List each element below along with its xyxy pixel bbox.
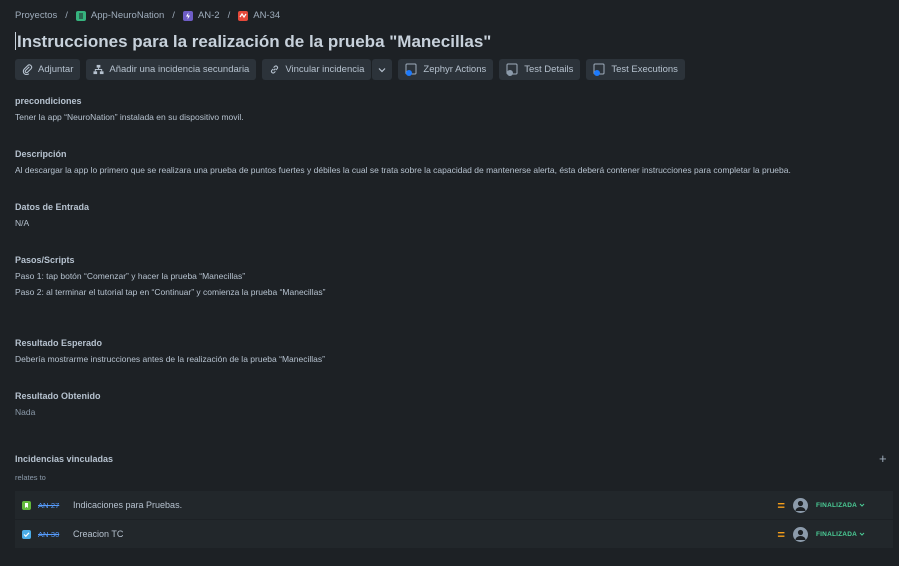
preconditions-body[interactable]: Tener la app “NeuroNation” instalada en … bbox=[15, 109, 244, 125]
test-details-label: Test Details bbox=[524, 64, 574, 75]
steps-section: Pasos/Scripts Paso 1: tap botón “Comenza… bbox=[15, 255, 325, 300]
relation-type-label: relates to bbox=[15, 473, 46, 482]
linked-issue-key[interactable]: AN-27 bbox=[38, 501, 66, 510]
breadcrumb-issue[interactable]: AN-34 bbox=[238, 10, 280, 21]
step-1: Paso 1: tap botón “Comenzar” y hacer la … bbox=[15, 271, 246, 281]
linked-issue-row[interactable]: AN-27 Indicaciones para Pruebas. = FINAL… bbox=[15, 491, 893, 519]
input-data-title: Datos de Entrada bbox=[15, 202, 90, 212]
add-child-label: Añadir una incidencia secundaria bbox=[109, 64, 250, 75]
breadcrumb: Proyectos / App-NeuroNation / AN-2 / AN-… bbox=[15, 10, 280, 21]
text-cursor bbox=[15, 32, 16, 50]
add-child-issue-button[interactable]: Añadir una incidencia secundaria bbox=[86, 59, 257, 80]
story-icon bbox=[22, 500, 31, 510]
test-executions-label: Test Executions bbox=[611, 64, 678, 75]
breadcrumb-projects[interactable]: Proyectos bbox=[15, 10, 57, 21]
description-section: Descripción Al descargar la app lo prime… bbox=[15, 149, 791, 178]
attach-button[interactable]: Adjuntar bbox=[15, 59, 81, 80]
attach-label: Adjuntar bbox=[38, 64, 74, 75]
link-issue-dropdown[interactable] bbox=[372, 59, 393, 80]
test-details-icon bbox=[506, 63, 518, 76]
status-label: FINALIZADA bbox=[816, 530, 857, 538]
chevron-down-icon bbox=[859, 503, 865, 507]
paperclip-icon bbox=[22, 64, 33, 75]
preconditions-title: precondiciones bbox=[15, 96, 82, 106]
steps-body[interactable]: Paso 1: tap botón “Comenzar” y hacer la … bbox=[15, 268, 325, 300]
obtained-result-section: Resultado Obtenido Nada bbox=[15, 391, 101, 420]
obtained-result-title: Resultado Obtenido bbox=[15, 391, 101, 401]
issue-title-text: Instrucciones para la realización de la … bbox=[17, 32, 492, 51]
task-icon bbox=[22, 529, 31, 539]
add-link-icon[interactable]: + bbox=[879, 451, 887, 466]
bug-icon bbox=[238, 10, 249, 21]
obtained-result-body[interactable]: Nada bbox=[15, 404, 101, 420]
input-data-body[interactable]: N/A bbox=[15, 215, 89, 231]
linked-issue-summary[interactable]: Indicaciones para Pruebas. bbox=[73, 500, 182, 510]
description-body[interactable]: Al descargar la app lo primero que se re… bbox=[15, 162, 791, 178]
breadcrumb-issue-label: AN-34 bbox=[253, 10, 281, 21]
step-2: Paso 2: al terminar el tutorial tap en “… bbox=[15, 287, 326, 297]
description-title: Descripción bbox=[15, 149, 67, 159]
issue-title[interactable]: Instrucciones para la realización de la … bbox=[15, 32, 491, 52]
issue-toolbar: Adjuntar Añadir una incidencia secundari… bbox=[15, 59, 685, 80]
steps-title: Pasos/Scripts bbox=[15, 255, 75, 265]
link-issue-button[interactable]: Vincular incidencia bbox=[262, 59, 372, 80]
test-executions-button[interactable]: Test Executions bbox=[586, 59, 685, 80]
zephyr-icon bbox=[405, 63, 417, 76]
status-badge[interactable]: FINALIZADA bbox=[816, 531, 865, 538]
link-issue-split: Vincular incidencia bbox=[262, 59, 393, 80]
breadcrumb-separator: / bbox=[172, 10, 175, 21]
expected-result-title: Resultado Esperado bbox=[15, 338, 103, 348]
status-label: FINALIZADA bbox=[816, 501, 857, 509]
avatar[interactable] bbox=[793, 526, 808, 542]
expected-result-body[interactable]: Debería mostrarme instrucciones antes de… bbox=[15, 351, 325, 367]
linked-issue-summary[interactable]: Creacion TC bbox=[73, 529, 123, 539]
breadcrumb-separator: / bbox=[65, 10, 68, 21]
preconditions-section: precondiciones Tener la app “NeuroNation… bbox=[15, 96, 244, 125]
linked-issue-key[interactable]: AN-30 bbox=[38, 530, 66, 539]
breadcrumb-separator: / bbox=[227, 10, 231, 21]
zephyr-actions-label: Zephyr Actions bbox=[423, 64, 487, 75]
test-executions-icon bbox=[593, 63, 605, 76]
linked-issue-row[interactable]: AN-30 Creacion TC = FINALIZADA bbox=[15, 520, 893, 548]
breadcrumb-epic-label: AN-2 bbox=[197, 10, 220, 21]
breadcrumb-epic[interactable]: AN-2 bbox=[182, 10, 220, 21]
chevron-down-icon bbox=[378, 67, 386, 72]
chevron-down-icon bbox=[859, 532, 865, 536]
avatar[interactable] bbox=[793, 497, 808, 513]
link-icon bbox=[271, 65, 279, 74]
breadcrumb-project[interactable]: App-NeuroNation bbox=[75, 10, 165, 21]
project-icon bbox=[75, 10, 86, 21]
epic-icon bbox=[182, 10, 193, 21]
test-details-button[interactable]: Test Details bbox=[499, 59, 581, 80]
expected-result-section: Resultado Esperado Debería mostrarme ins… bbox=[15, 338, 325, 367]
zephyr-actions-button[interactable]: Zephyr Actions bbox=[398, 59, 494, 80]
link-issue-label: Vincular incidencia bbox=[285, 64, 365, 75]
priority-medium-icon: = bbox=[777, 526, 785, 542]
linked-issues-title: Incidencias vinculadas bbox=[15, 454, 114, 464]
input-data-section: Datos de Entrada N/A bbox=[15, 202, 89, 231]
hierarchy-icon bbox=[93, 64, 104, 75]
status-badge[interactable]: FINALIZADA bbox=[816, 502, 865, 509]
priority-medium-icon: = bbox=[777, 497, 785, 513]
breadcrumb-project-label: App-NeuroNation bbox=[90, 10, 165, 21]
